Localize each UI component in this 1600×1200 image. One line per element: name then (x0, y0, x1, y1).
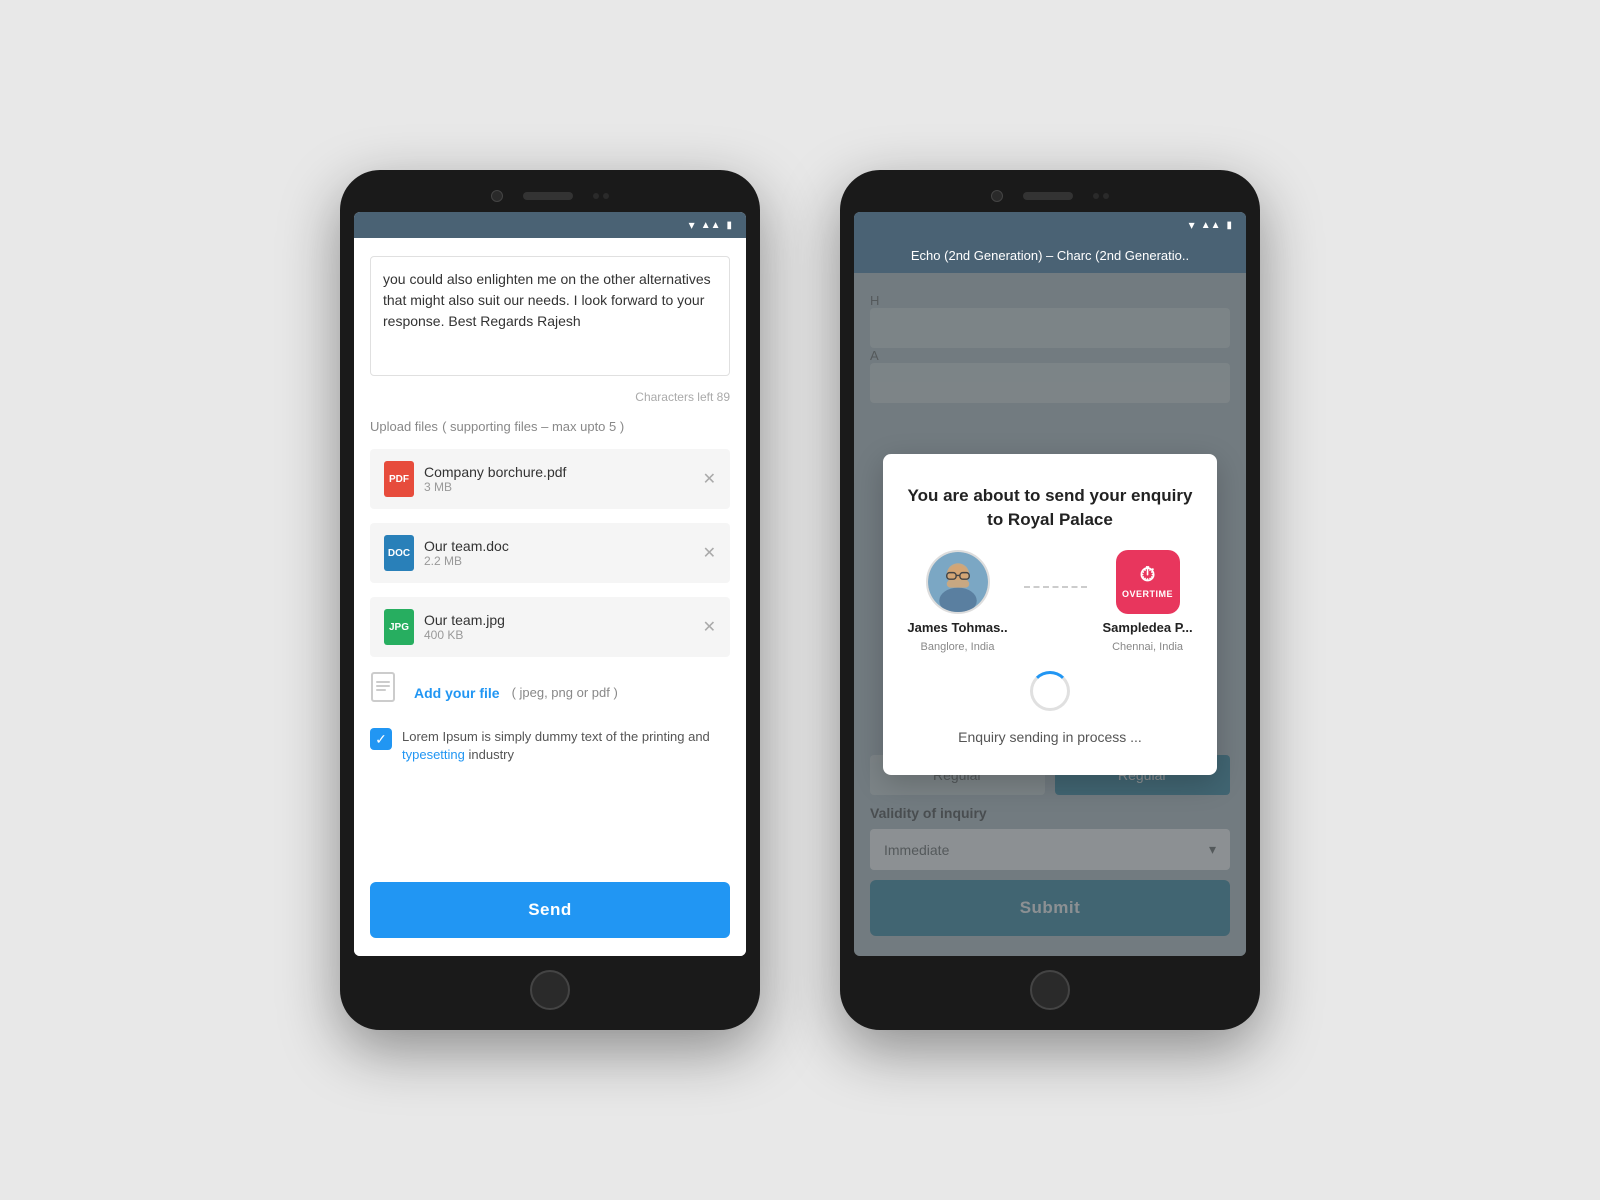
remove-doc-button[interactable]: ✕ (703, 543, 716, 563)
phone-2-header: Echo (2nd Generation) – Charc (2nd Gener… (854, 238, 1246, 273)
status-bar-2: ▾ ▲▲ ▮ (854, 212, 1246, 238)
wifi-icon: ▾ (689, 218, 695, 232)
user-location: Banglore, India (921, 641, 995, 653)
dot-3 (1093, 193, 1099, 199)
modal-company: ⏱ OVERTIME Sampledea P... Chennai, India (1103, 550, 1193, 653)
file-name-jpg: Our team.jpg (424, 612, 505, 628)
speaker (523, 192, 573, 200)
dot-4 (1103, 193, 1109, 199)
camera-icon (491, 190, 503, 202)
send-button[interactable]: Send (370, 882, 730, 938)
chars-left: Characters left 89 (370, 390, 730, 404)
upload-label: Upload files ( supporting files – max up… (370, 418, 730, 435)
phone-1-top (354, 190, 746, 212)
add-file-icon (370, 671, 402, 714)
user-name: James Tohmas.. (907, 620, 1007, 635)
company-logo: ⏱ OVERTIME (1116, 550, 1180, 614)
modal-users: James Tohmas.. Banglore, India ⏱ OVERTIM… (907, 550, 1192, 653)
jpg-icon: JPG (384, 609, 414, 645)
upload-hint: ( supporting files – max upto 5 ) (442, 419, 624, 434)
company-name: Sampledea P... (1103, 620, 1193, 635)
checkbox-text: Lorem Ipsum is simply dummy text of the … (402, 728, 730, 764)
modal-title: You are about to send your enquiry to Ro… (907, 484, 1192, 532)
page-wrapper: ▾ ▲▲ ▮ you could also enlighten me on th… (0, 0, 1600, 1200)
modal-card: You are about to send your enquiry to Ro… (883, 454, 1216, 775)
phone-2-body: H A You are about to send your enquiry t… (854, 273, 1246, 956)
checkbox[interactable]: ✓ (370, 728, 392, 750)
file-name-doc: Our team.doc (424, 538, 509, 554)
header-title: Echo (2nd Generation) – Charc (2nd Gener… (868, 248, 1232, 263)
file-item-doc: DOC Our team.doc 2.2 MB ✕ (370, 523, 730, 583)
file-item-jpg: JPG Our team.jpg 400 KB ✕ (370, 597, 730, 657)
home-button-1[interactable] (530, 970, 570, 1010)
remove-jpg-button[interactable]: ✕ (703, 617, 716, 637)
camera-icon-2 (991, 190, 1003, 202)
doc-icon: DOC (384, 535, 414, 571)
phone-1: ▾ ▲▲ ▮ you could also enlighten me on th… (340, 170, 760, 1030)
modal-user: James Tohmas.. Banglore, India (907, 550, 1007, 653)
file-size-doc: 2.2 MB (424, 554, 509, 568)
phone-1-bottom (354, 956, 746, 1010)
phone-dots-2 (1093, 193, 1109, 199)
phone-1-body: you could also enlighten me on the other… (354, 238, 746, 956)
dot-1 (593, 193, 599, 199)
signal-icon-2: ▲▲ (1201, 220, 1221, 231)
add-file-text[interactable]: Add your file (414, 685, 500, 701)
loading-spinner (1030, 671, 1070, 711)
signal-icon: ▲▲ (701, 220, 721, 231)
company-logo-text: OVERTIME (1122, 589, 1173, 599)
file-item-pdf: PDF Company borchure.pdf 3 MB ✕ (370, 449, 730, 509)
file-size-pdf: 3 MB (424, 480, 566, 494)
message-textarea[interactable]: you could also enlighten me on the other… (370, 256, 730, 376)
typesetting-link[interactable]: typesetting (402, 747, 465, 762)
phone-2-bottom (854, 956, 1246, 1010)
home-button-2[interactable] (1030, 970, 1070, 1010)
phone-2: ▾ ▲▲ ▮ Echo (2nd Generation) – Charc (2n… (840, 170, 1260, 1030)
phone-1-screen: ▾ ▲▲ ▮ you could also enlighten me on th… (354, 212, 746, 956)
battery-icon: ▮ (726, 220, 732, 231)
company-location: Chennai, India (1112, 641, 1183, 653)
file-name-pdf: Company borchure.pdf (424, 464, 566, 480)
phone-dots (593, 193, 609, 199)
add-file-hint: ( jpeg, png or pdf ) (512, 685, 618, 700)
phone-2-top (854, 190, 1246, 212)
phone-2-screen: ▾ ▲▲ ▮ Echo (2nd Generation) – Charc (2n… (854, 212, 1246, 956)
battery-icon-2: ▮ (1226, 220, 1232, 231)
remove-pdf-button[interactable]: ✕ (703, 469, 716, 489)
file-size-jpg: 400 KB (424, 628, 505, 642)
pdf-icon: PDF (384, 461, 414, 497)
status-bar-1: ▾ ▲▲ ▮ (354, 212, 746, 238)
user-avatar (926, 550, 990, 614)
speaker-2 (1023, 192, 1073, 200)
enquiry-status-text: Enquiry sending in process ... (958, 729, 1142, 745)
modal-overlay: You are about to send your enquiry to Ro… (854, 273, 1246, 956)
dot-2 (603, 193, 609, 199)
add-file-row[interactable]: Add your file ( jpeg, png or pdf ) (370, 671, 730, 714)
checkbox-row[interactable]: ✓ Lorem Ipsum is simply dummy text of th… (370, 728, 730, 764)
dashed-connector (1024, 586, 1087, 588)
wifi-icon-2: ▾ (1189, 218, 1195, 232)
